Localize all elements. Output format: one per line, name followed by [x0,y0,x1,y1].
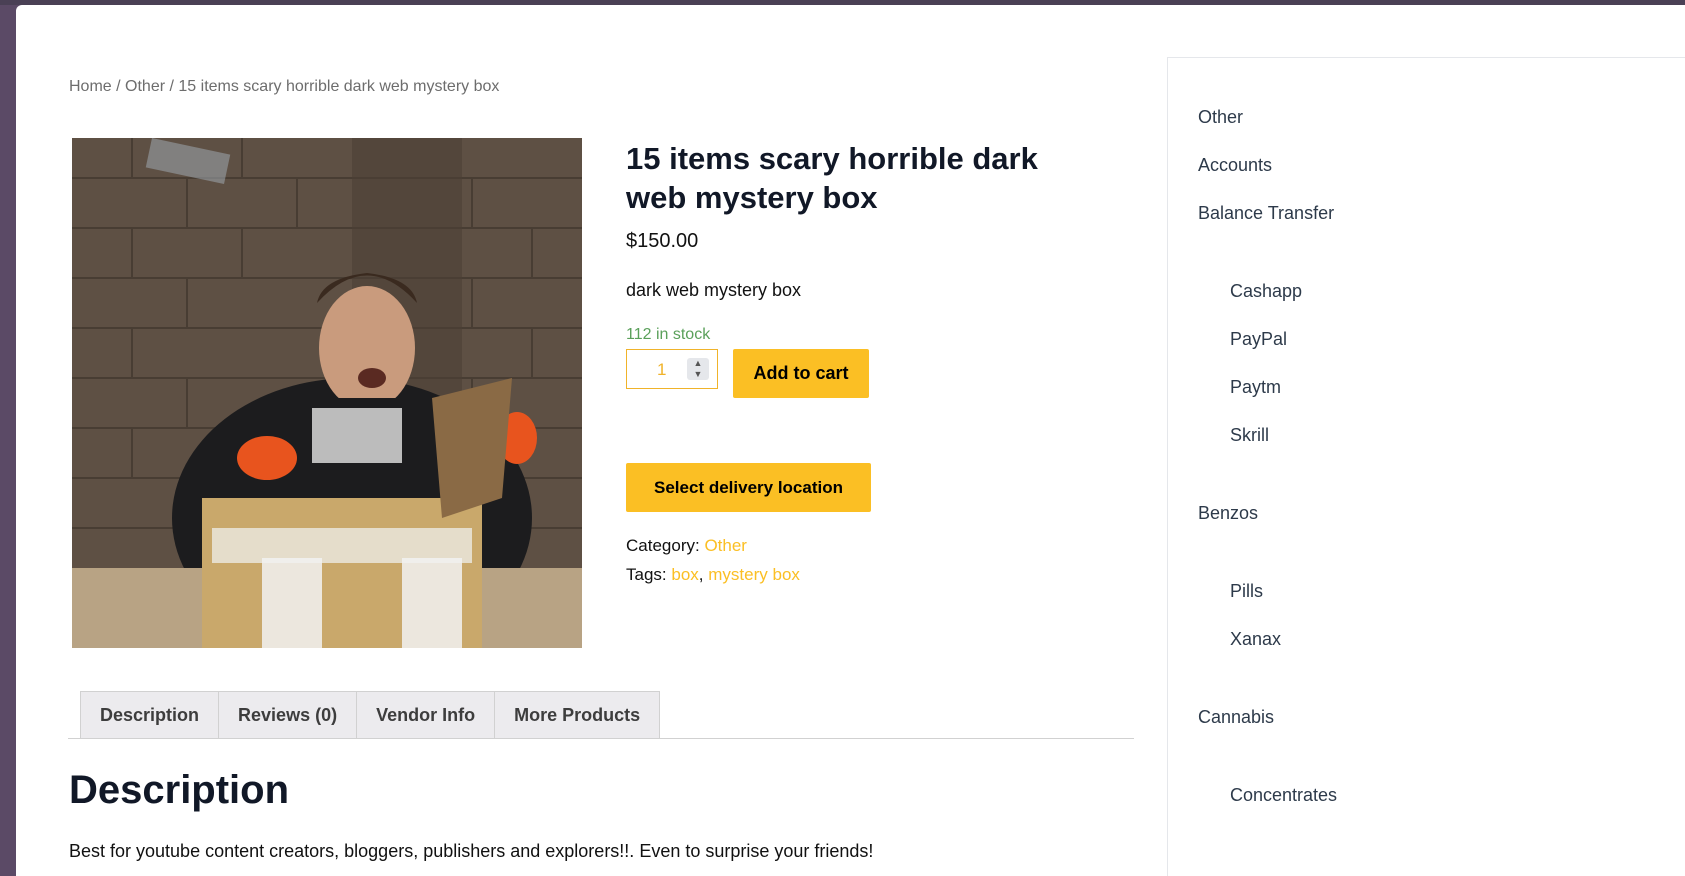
sidebar-item-xanax[interactable]: Xanax [1230,629,1281,650]
breadcrumb-separator: / [111,78,126,95]
tags-label: Tags: [626,565,667,584]
tag-separator: , [698,565,704,584]
breadcrumb-home-link[interactable]: Home [69,78,112,95]
tab-reviews[interactable]: Reviews (0) [218,691,358,738]
sidebar-item-paypal[interactable]: PayPal [1230,329,1287,350]
tag-link-mystery-box[interactable]: mystery box [708,565,800,584]
tab-description[interactable]: Description [80,691,220,738]
spin-buttons-icon[interactable]: ▲ ▼ [687,358,709,380]
category-sidebar [1167,57,1685,876]
sidebar-item-benzos[interactable]: Benzos [1198,503,1258,524]
sidebar-item-accounts[interactable]: Accounts [1198,155,1272,176]
tab-more-products[interactable]: More Products [494,691,661,738]
breadcrumb-category-link[interactable]: Other [125,78,165,95]
product-photo-illustration [72,138,582,648]
description-heading: Description [69,768,290,812]
product-title: 15 items scary horrible dark web mystery… [626,141,1038,215]
sidebar-item-concentrates[interactable]: Concentrates [1230,785,1337,806]
sidebar-item-skrill[interactable]: Skrill [1230,425,1269,446]
breadcrumb: Home / Other / 15 items scary horrible d… [69,78,499,96]
tab-vendor-info[interactable]: Vendor Info [356,691,496,738]
breadcrumb-current: 15 items scary horrible dark web mystery… [178,78,500,95]
add-to-cart-button[interactable]: Add to cart [733,349,869,398]
breadcrumb-separator: / [165,78,179,95]
description-text: Best for youtube content creators, blogg… [69,841,874,861]
product-tabs: Description Reviews (0) Vendor Info More… [80,691,661,738]
sidebar-item-balance-transfer[interactable]: Balance Transfer [1198,203,1334,224]
sidebar-item-cashapp[interactable]: Cashapp [1230,281,1302,302]
category-link[interactable]: Other [704,536,747,555]
quantity-value: 1 [657,360,667,379]
product-category-meta: Category: Other [626,536,747,556]
sidebar-item-pills[interactable]: Pills [1230,581,1263,602]
product-short-description: dark web mystery box [626,280,802,300]
tabs-divider [68,738,1134,739]
product-tags-meta: Tags: box, mystery box [626,565,800,585]
sidebar-item-paytm[interactable]: Paytm [1230,377,1281,398]
quantity-stepper[interactable]: 1 ▲ ▼ [626,349,718,389]
product-price: $150.00 [626,230,699,252]
tag-link-box[interactable]: box [671,565,698,584]
select-delivery-location-button[interactable]: Select delivery location [626,463,871,512]
product-page: Home / Other / 15 items scary horrible d… [16,5,1685,876]
stock-status: 112 in stock [626,326,711,343]
sidebar-item-other[interactable]: Other [1198,107,1243,128]
category-label: Category: [626,536,700,555]
product-image[interactable] [72,138,582,648]
sidebar-item-cannabis[interactable]: Cannabis [1198,707,1274,728]
